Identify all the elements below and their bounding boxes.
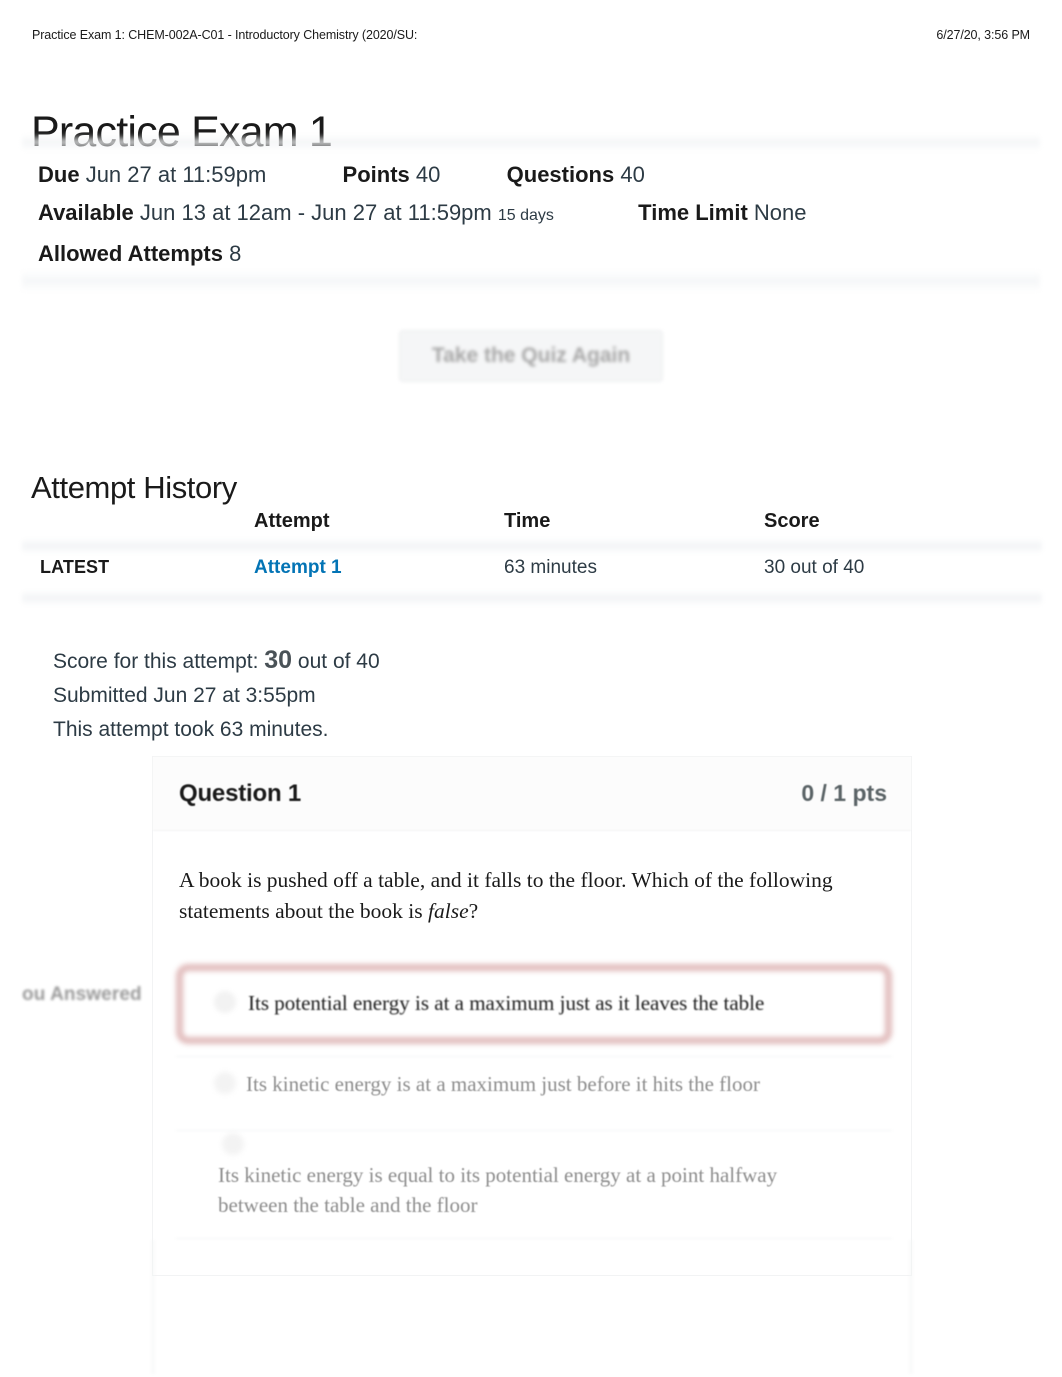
- answer-divider: [176, 1056, 892, 1057]
- radio-button-icon[interactable]: [214, 1072, 236, 1094]
- answer-option-3-text[interactable]: Its kinetic energy is equal to its poten…: [218, 1160, 828, 1220]
- points-label: Points: [342, 162, 410, 187]
- allowed-attempts-label: Allowed Attempts: [38, 241, 223, 266]
- take-quiz-again-button[interactable]: Take the Quiz Again: [398, 330, 664, 382]
- column-header-attempt: Attempt: [254, 509, 330, 532]
- score-prefix: Score for this attempt:: [53, 650, 259, 673]
- score-value: 30: [264, 646, 293, 674]
- print-header: Practice Exam 1: CHEM-002A-C01 - Introdu…: [32, 28, 1030, 42]
- due-value: Jun 27 at 11:59pm: [85, 162, 267, 187]
- print-header-title: Practice Exam 1: CHEM-002A-C01 - Introdu…: [32, 28, 418, 42]
- attempt-1-link[interactable]: Attempt 1: [254, 557, 342, 578]
- questions-label: Questions: [506, 162, 615, 187]
- section-divider: [22, 270, 1040, 292]
- title-divider: [22, 134, 1040, 152]
- column-header-time: Time: [504, 509, 551, 532]
- quiz-meta-row-1: Due Jun 27 at 11:59pm Points 40 Question…: [38, 156, 998, 194]
- column-header-score: Score: [764, 509, 820, 532]
- available-label: Available: [38, 200, 134, 225]
- table-header-row: Attempt Time Score: [30, 500, 1034, 542]
- attempt-time-cell: 63 minutes: [504, 557, 597, 578]
- questions-value: 40: [620, 162, 645, 187]
- question-header: Question 1 0 / 1 pts: [153, 757, 911, 831]
- radio-button-icon[interactable]: [214, 991, 236, 1013]
- time-limit-label: Time Limit: [638, 200, 748, 225]
- answer-divider: [176, 1238, 892, 1239]
- attempt-submitted-line: Submitted Jun 27 at 3:55pm: [53, 684, 316, 707]
- question-text-part-2: ?: [468, 899, 479, 923]
- attempt-score-line: Score for this attempt: 30 out of 40: [53, 643, 380, 679]
- question-text-emphasis: false: [428, 899, 469, 923]
- score-suffix: out of 40: [297, 650, 380, 673]
- attempt-summary: Score for this attempt: 30 out of 40 Sub…: [53, 643, 380, 747]
- available-value: Jun 13 at 12am - Jun 27 at 11:59pm: [139, 200, 492, 225]
- attempt-duration-line: This attempt took 63 minutes.: [53, 718, 329, 741]
- points-value: 40: [415, 162, 441, 187]
- due-label: Due: [38, 162, 80, 187]
- quiz-metadata: Due Jun 27 at 11:59pm Points 40 Question…: [38, 156, 998, 273]
- question-container-right-edge: [910, 1240, 912, 1374]
- quiz-meta-row-3: Allowed Attempts 8: [38, 235, 998, 273]
- answer-divider: [176, 1130, 892, 1131]
- question-container-left-edge: [152, 1240, 154, 1374]
- latest-badge: LATEST: [40, 557, 110, 577]
- answer-option-1-text: Its potential energy is at a maximum jus…: [248, 991, 765, 1015]
- question-body: A book is pushed off a table, and it fal…: [153, 831, 911, 927]
- answer-option-2-text[interactable]: Its kinetic energy is at a maximum just …: [246, 1069, 906, 1099]
- table-row: LATEST Attempt 1 63 minutes 30 out of 40: [30, 542, 1034, 594]
- latest-badge-cell: LATEST: [30, 557, 254, 579]
- available-duration: 15 days: [497, 207, 554, 224]
- question-text-part-1: A book is pushed off a table, and it fal…: [179, 868, 833, 923]
- attempt-cell: Attempt 1: [254, 557, 504, 579]
- attempt-score-cell: 30 out of 40: [764, 557, 865, 578]
- attempt-history-table: Attempt Time Score LATEST Attempt 1 63 m…: [22, 500, 1042, 606]
- allowed-attempts-value: 8: [229, 241, 242, 266]
- take-quiz-again-container: Take the Quiz Again: [0, 330, 1062, 382]
- quiz-meta-row-2: Available Jun 13 at 12am - Jun 27 at 11:…: [38, 194, 998, 235]
- radio-button-icon[interactable]: [222, 1133, 244, 1155]
- print-header-timestamp: 6/27/20, 3:56 PM: [936, 28, 1030, 42]
- you-answered-label: ou Answered: [22, 984, 142, 1005]
- table-bottom-divider: [22, 590, 1042, 606]
- question-text: A book is pushed off a table, and it fal…: [179, 865, 839, 927]
- question-name: Question 1: [179, 779, 302, 807]
- time-limit-value: None: [753, 200, 807, 225]
- question-points: 0 / 1 pts: [801, 780, 887, 806]
